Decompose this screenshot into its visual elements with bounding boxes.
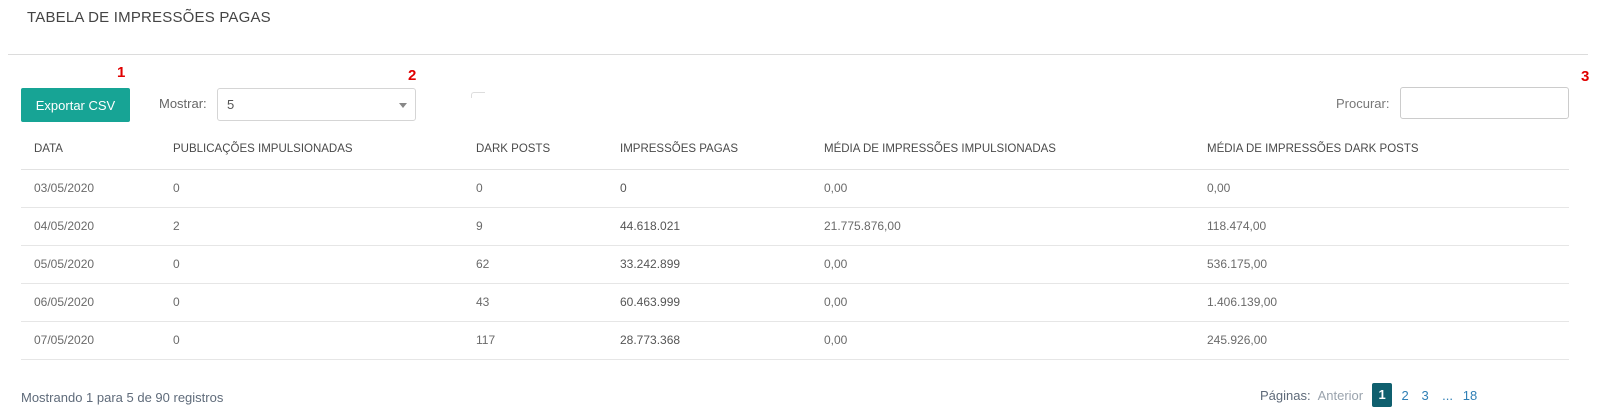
export-csv-button[interactable]: Exportar CSV	[21, 88, 130, 122]
cell-date: 05/05/2020	[21, 245, 160, 284]
cell-avg-dark-impressions: 0,00	[1194, 169, 1569, 208]
show-entries-select[interactable]: 5	[217, 88, 416, 121]
table-row: 04/05/2020 2 9 44.618.021 21.775.876,00 …	[21, 207, 1569, 246]
cell-avg-dark-impressions: 245.926,00	[1194, 321, 1569, 360]
cell-dark-posts: 62	[463, 245, 607, 284]
cell-avg-dark-impressions: 118.474,00	[1194, 207, 1569, 246]
cell-paid-impressions: 60.463.999	[607, 283, 811, 322]
cell-paid-impressions: 44.618.021	[607, 207, 811, 246]
chevron-down-icon	[399, 103, 407, 108]
cell-date: 06/05/2020	[21, 283, 160, 322]
cell-date: 07/05/2020	[21, 321, 160, 360]
column-header-date[interactable]: DATA	[21, 130, 160, 170]
pagination-page-2[interactable]: 2	[1396, 388, 1414, 403]
cell-date: 03/05/2020	[21, 169, 160, 208]
records-info: Mostrando 1 para 5 de 90 registros	[21, 390, 224, 405]
cell-avg-boosted-impressions: 0,00	[811, 245, 1194, 284]
annotation-marker-1: 1	[117, 64, 126, 81]
panel-title: TABELA DE IMPRESSÕES PAGAS	[27, 9, 271, 26]
cell-paid-impressions: 28.773.368	[607, 321, 811, 360]
cell-avg-boosted-impressions: 21.775.876,00	[811, 207, 1194, 246]
column-header-avg-dark-impressions[interactable]: MÉDIA DE IMPRESSÕES DARK POSTS	[1194, 130, 1569, 170]
cell-boosted-posts: 2	[160, 207, 463, 246]
cell-boosted-posts: 0	[160, 283, 463, 322]
table-row: 07/05/2020 0 117 28.773.368 0,00 245.926…	[21, 321, 1569, 360]
cell-avg-dark-impressions: 536.175,00	[1194, 245, 1569, 284]
pagination: Páginas: Anterior 1 2 3 ... 18	[1260, 383, 1481, 407]
column-header-paid-impressions[interactable]: IMPRESSÕES PAGAS	[607, 130, 811, 170]
column-header-dark-posts[interactable]: DARK POSTS	[463, 130, 607, 170]
search-input[interactable]	[1400, 87, 1569, 119]
cell-paid-impressions: 0	[607, 169, 811, 208]
cell-dark-posts: 0	[463, 169, 607, 208]
table-row: 06/05/2020 0 43 60.463.999 0,00 1.406.13…	[21, 283, 1569, 322]
cell-paid-impressions: 33.242.899	[607, 245, 811, 284]
search-label: Procurar:	[1336, 96, 1390, 111]
table-header-row: DATA PUBLICAÇÕES IMPULSIONADAS DARK POST…	[21, 130, 1569, 170]
title-divider	[8, 54, 1588, 55]
pagination-page-3[interactable]: 3	[1416, 388, 1434, 403]
show-entries-value: 5	[227, 97, 235, 112]
annotation-marker-3: 3	[1581, 68, 1590, 85]
decorative-notch	[471, 92, 485, 98]
paid-impressions-table: DATA PUBLICAÇÕES IMPULSIONADAS DARK POST…	[21, 130, 1569, 360]
table-row: 05/05/2020 0 62 33.242.899 0,00 536.175,…	[21, 245, 1569, 284]
cell-dark-posts: 9	[463, 207, 607, 246]
cell-boosted-posts: 0	[160, 169, 463, 208]
column-header-boosted-posts[interactable]: PUBLICAÇÕES IMPULSIONADAS	[160, 130, 463, 170]
table-row: 03/05/2020 0 0 0 0,00 0,00	[21, 169, 1569, 208]
pagination-page-1[interactable]: 1	[1372, 383, 1393, 407]
cell-avg-boosted-impressions: 0,00	[811, 169, 1194, 208]
cell-avg-boosted-impressions: 0,00	[811, 283, 1194, 322]
pagination-ellipsis: ...	[1442, 387, 1453, 403]
show-entries-label: Mostrar:	[159, 96, 207, 111]
column-header-avg-boosted-impressions[interactable]: MÉDIA DE IMPRESSÕES IMPULSIONADAS	[811, 130, 1194, 170]
cell-boosted-posts: 0	[160, 245, 463, 284]
cell-avg-boosted-impressions: 0,00	[811, 321, 1194, 360]
pagination-label: Páginas:	[1260, 387, 1311, 403]
pagination-page-last[interactable]: 18	[1461, 388, 1479, 403]
cell-date: 04/05/2020	[21, 207, 160, 246]
annotation-marker-2: 2	[408, 67, 417, 84]
cell-dark-posts: 43	[463, 283, 607, 322]
pagination-previous[interactable]: Anterior	[1318, 388, 1364, 403]
cell-avg-dark-impressions: 1.406.139,00	[1194, 283, 1569, 322]
cell-boosted-posts: 0	[160, 321, 463, 360]
cell-dark-posts: 117	[463, 321, 607, 360]
